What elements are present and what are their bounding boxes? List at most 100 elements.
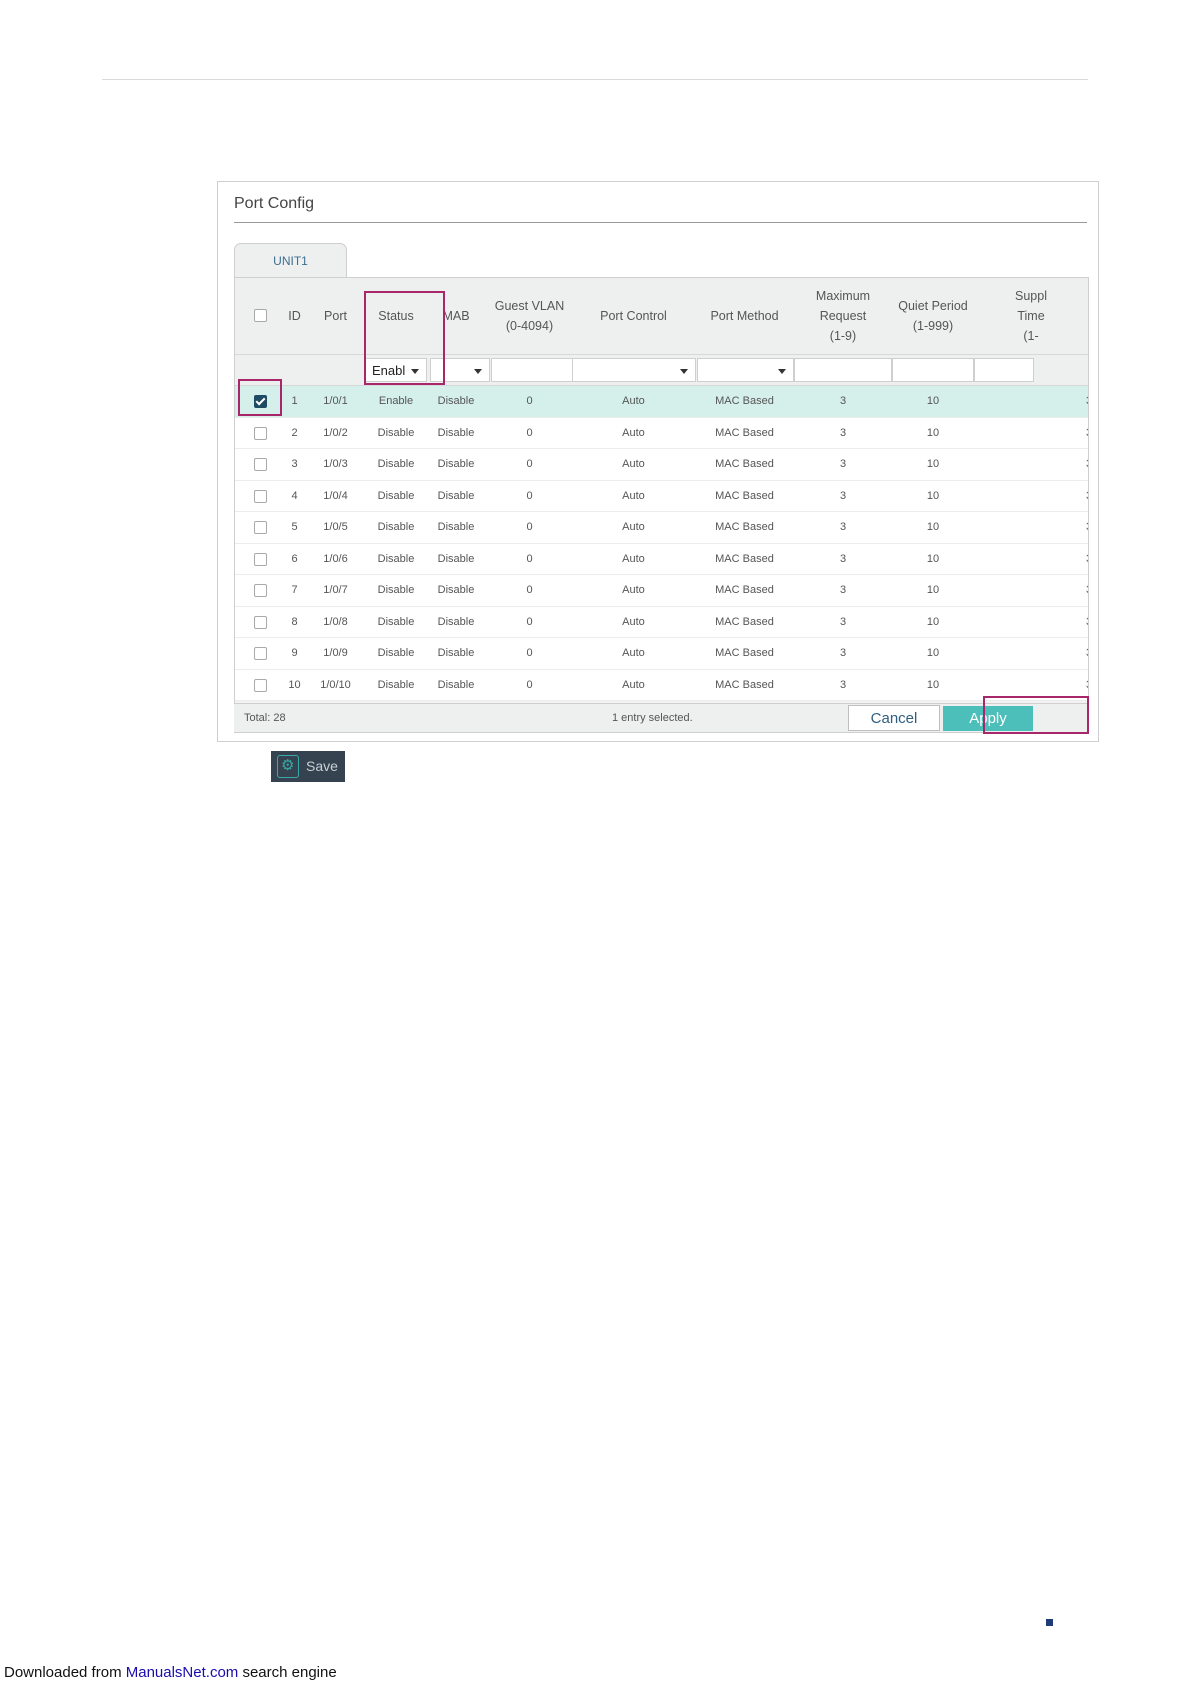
header-quiet-period[interactable]: Quiet Period (1-999) xyxy=(892,278,974,354)
select-all-checkbox[interactable] xyxy=(254,309,267,322)
save-label: Save xyxy=(306,758,338,774)
table-header: ID Port Status MAB Guest VLAN (0-4094) Port C… xyxy=(235,278,1088,355)
header-label: Guest VLAN (0-4094) xyxy=(494,299,565,333)
selection-status: 1 entry selected. xyxy=(612,712,693,724)
cell-port-method: MAC Based xyxy=(715,521,774,533)
chevron-down-icon[interactable] xyxy=(474,369,482,374)
row-checkbox[interactable] xyxy=(254,615,267,629)
table-row[interactable]: 4 1/0/4 Disable Disable 0 Auto MAC Based 3 10 3 xyxy=(235,481,1088,512)
cell-supplicant-timeout: 3 xyxy=(1086,481,1088,512)
header-select xyxy=(235,278,285,354)
cell-quiet-period: 10 xyxy=(926,521,940,533)
header-supplicant-timeout[interactable]: Suppl Time (1- xyxy=(974,278,1088,354)
tab-unit1[interactable]: UNIT1 xyxy=(234,243,347,278)
panel-title: Port Config xyxy=(234,195,315,212)
row-checkbox[interactable] xyxy=(254,489,267,503)
cell-quiet-period: 10 xyxy=(926,395,940,407)
gear-save-icon xyxy=(277,755,299,778)
cell-quiet-period: 10 xyxy=(926,647,940,659)
table-row[interactable]: 3 1/0/3 Disable Disable 0 Auto MAC Based 3 10 3 xyxy=(235,449,1088,481)
cell-status: Disable xyxy=(377,426,415,439)
download-suffix: search engine xyxy=(238,1664,337,1681)
cell-guest-vlan: 0 xyxy=(526,489,533,502)
filter-port-control-select[interactable] xyxy=(572,358,696,382)
cancel-button[interactable]: Cancel xyxy=(848,705,940,731)
cell-port-control: Auto xyxy=(622,489,645,502)
table-row[interactable]: 2 1/0/2 Disable Disable 0 Auto MAC Based 3 10 3 xyxy=(235,418,1088,449)
filter-supplicant-timeout-input[interactable] xyxy=(974,358,1034,382)
table-row[interactable]: 7 1/0/7 Disable Disable 0 Auto MAC Based 3 10 3 xyxy=(235,575,1088,607)
cell-port: 1/0/2 xyxy=(323,426,348,439)
cell-id: 1 xyxy=(291,395,298,407)
cell-max-request: 3 xyxy=(839,552,847,565)
cell-port-method: MAC Based xyxy=(715,489,774,502)
filter-row: Enabl xyxy=(235,355,1088,386)
header-max-request[interactable]: Maximum Request (1-9) xyxy=(794,278,892,354)
cell-port: 1/0/10 xyxy=(320,678,351,691)
row-checkbox[interactable] xyxy=(254,426,267,440)
cell-port-control: Auto xyxy=(622,615,645,628)
cell-port-method: MAC Based xyxy=(715,426,774,439)
table-row[interactable]: 6 1/0/6 Disable Disable 0 Auto MAC Based 3 10 3 xyxy=(235,544,1088,575)
cell-port: 1/0/8 xyxy=(323,615,348,628)
cell-port-method: MAC Based xyxy=(715,615,774,628)
save-button[interactable]: Save xyxy=(271,751,345,782)
cell-max-request: 3 xyxy=(839,615,847,628)
cell-guest-vlan: 0 xyxy=(526,647,533,659)
cell-id: 8 xyxy=(291,615,298,628)
row-checkbox[interactable] xyxy=(254,678,267,692)
cell-mab: Disable xyxy=(437,552,475,565)
port-config-panel: Port Config UNIT1 ID Port Status MAB Guest V… xyxy=(217,181,1099,742)
header-label: Port xyxy=(324,309,347,323)
cell-port-control: Auto xyxy=(622,521,645,533)
cell-port-method: MAC Based xyxy=(715,395,774,407)
header-port-control[interactable]: Port Control xyxy=(572,278,695,354)
cell-quiet-period: 10 xyxy=(926,615,940,628)
header-label: Port Control xyxy=(600,309,667,323)
filter-guest-vlan-input[interactable] xyxy=(491,358,573,382)
cell-supplicant-timeout: 3 xyxy=(1086,418,1088,449)
header-port-method[interactable]: Port Method xyxy=(695,278,794,354)
download-link[interactable]: ManualsNet.com xyxy=(126,1664,239,1681)
row-checkbox[interactable] xyxy=(254,552,267,566)
cell-port: 1/0/1 xyxy=(323,395,348,407)
row-checkbox[interactable] xyxy=(254,647,267,660)
row-checkbox[interactable] xyxy=(254,584,267,597)
cell-supplicant-timeout: 3 xyxy=(1086,638,1088,669)
header-port[interactable]: Port xyxy=(304,278,367,354)
table-row[interactable]: 1 1/0/1 Enable Disable 0 Auto MAC Based 3 10 3 xyxy=(235,386,1088,418)
cell-mab: Disable xyxy=(437,426,475,439)
cell-port: 1/0/7 xyxy=(323,584,348,596)
filter-max-request-input[interactable] xyxy=(794,358,892,382)
cell-port-control: Auto xyxy=(622,678,645,691)
cell-quiet-period: 10 xyxy=(926,552,940,565)
cell-quiet-period: 10 xyxy=(926,584,940,596)
table-row[interactable]: 5 1/0/5 Disable Disable 0 Auto MAC Based 3 10 3 xyxy=(235,512,1088,544)
cell-id: 2 xyxy=(291,426,298,439)
row-checkbox[interactable] xyxy=(254,521,267,534)
cell-mab: Disable xyxy=(437,647,475,659)
chevron-down-icon[interactable] xyxy=(680,369,688,374)
cell-max-request: 3 xyxy=(839,426,847,439)
panel-title-divider xyxy=(234,222,1087,223)
row-checkbox[interactable] xyxy=(254,458,267,471)
cell-status: Disable xyxy=(377,521,415,533)
cell-status: Disable xyxy=(377,584,415,596)
chevron-down-icon[interactable] xyxy=(778,369,786,374)
header-label: Port Method xyxy=(710,309,779,323)
cell-id: 7 xyxy=(291,584,298,596)
row-checkbox-highlight xyxy=(238,379,282,416)
header-id[interactable]: ID xyxy=(285,278,304,354)
table-row[interactable]: 9 1/0/9 Disable Disable 0 Auto MAC Based 3 10 3 xyxy=(235,638,1088,670)
cell-port: 1/0/9 xyxy=(323,647,348,659)
cell-port-method: MAC Based xyxy=(715,584,774,596)
header-guest-vlan[interactable]: Guest VLAN (0-4094) xyxy=(487,278,572,354)
table-row[interactable]: 101/0/10DisableDisable0AutoMAC Based3103 xyxy=(235,670,1088,701)
cell-max-request: 3 xyxy=(839,489,847,502)
filter-quiet-period-input[interactable] xyxy=(892,358,974,382)
page-marker xyxy=(1046,1619,1053,1626)
table-row[interactable]: 8 1/0/8 Disable Disable 0 Auto MAC Based 3 10 3 xyxy=(235,607,1088,638)
filter-port-method-select[interactable] xyxy=(697,358,794,382)
cell-status: Disable xyxy=(377,489,415,502)
cell-max-request: 3 xyxy=(839,678,847,691)
